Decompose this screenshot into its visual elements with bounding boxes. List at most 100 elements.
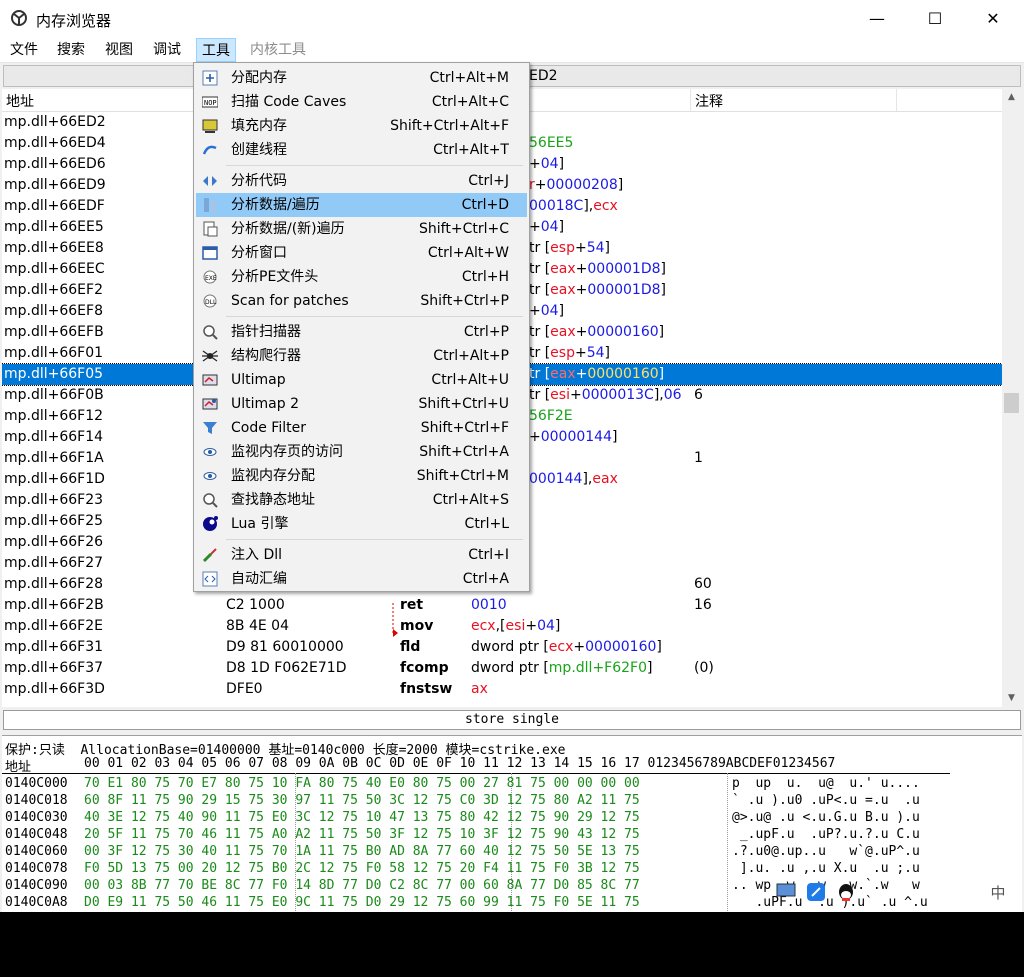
scan-patches-icon: DLL xyxy=(202,293,218,309)
operand-part: tr [ xyxy=(529,324,551,340)
menu-item[interactable]: 分析数据/遍历 Ctrl+D xyxy=(196,193,527,217)
inject-dll-icon xyxy=(202,547,218,563)
auto-assemble-icon xyxy=(202,571,218,587)
row-address: mp.dll+66F3D xyxy=(4,681,105,697)
menu-item[interactable]: DLL Scan for patches Shift+Ctrl+P xyxy=(196,289,527,313)
eye-alloc-icon xyxy=(202,468,218,484)
disasm-row[interactable]: mp.dll+66F31 D9 81 60010000 fld dword ptr [… xyxy=(2,637,1002,658)
scroll-up-icon[interactable]: ▲ xyxy=(1002,89,1021,106)
hex-view[interactable]: 保护:只读 AllocationBase=01400000 基址=0140c00… xyxy=(2,735,1022,912)
menu-item[interactable]: Lua 引擎 Ctrl+L xyxy=(196,512,527,536)
menu-separator xyxy=(226,316,523,317)
menu-file[interactable]: 文件 xyxy=(10,38,38,62)
jump-arrow-icon xyxy=(392,603,398,637)
menu-item[interactable]: 分析代码 Ctrl+J xyxy=(196,169,527,193)
row-address: mp.dll+66F25 xyxy=(4,513,104,529)
operand-part: ecx xyxy=(471,618,496,634)
row-operands: tr [eax+00000160] xyxy=(529,364,664,385)
operand-part: ], xyxy=(582,471,593,487)
hex-row-address: 0140C018 xyxy=(5,793,68,808)
menu-item[interactable]: 监视内存分配 Shift+Ctrl+M xyxy=(196,464,527,488)
menu-view[interactable]: 视图 xyxy=(105,38,133,62)
operand-part: ], xyxy=(583,198,594,214)
row-comment: 6 xyxy=(694,387,703,403)
menu-item[interactable]: 分析窗口 Ctrl+Alt+W xyxy=(196,241,527,265)
menu-item-label: 分析窗口 xyxy=(231,245,287,261)
operand-part: esi xyxy=(550,387,570,403)
operand-part: tr [ xyxy=(529,261,551,277)
menu-item[interactable]: Code Filter Shift+Ctrl+F xyxy=(196,416,527,440)
close-button[interactable]: ✕ xyxy=(964,0,1022,38)
hex-row-bytes: 70 E1 80 75 70 E7 80 75 10 FA 80 75 40 E… xyxy=(84,776,640,791)
menu-item-label: 创建线程 xyxy=(231,142,287,158)
operand-part: + xyxy=(569,387,582,403)
column-address[interactable]: 地址 xyxy=(6,91,34,111)
maximize-button[interactable]: ☐ xyxy=(906,0,964,38)
disasm-row[interactable]: mp.dll+66F2B C2 1000 ret 0010 16 xyxy=(2,595,1002,616)
menu-search[interactable]: 搜索 xyxy=(57,38,85,62)
menu-item-label: 分配内存 xyxy=(231,70,287,86)
menu-item-label: Code Filter xyxy=(231,420,306,436)
row-operands: tr [eax+000001D8] xyxy=(529,259,666,280)
menu-item[interactable]: 分配内存 Ctrl+Alt+M xyxy=(196,66,527,90)
menu-item[interactable]: Ultimap 2 Shift+Ctrl+U xyxy=(196,392,527,416)
operand-part: ] xyxy=(604,345,610,361)
hex-header-address: 地址 xyxy=(5,760,32,775)
menu-item[interactable]: NOP 扫描 Code Caves Ctrl+Alt+C xyxy=(196,90,527,114)
operand-part: ] xyxy=(647,660,653,676)
operand-part: + xyxy=(529,219,541,235)
operand-part: 00000160 xyxy=(587,366,659,382)
menu-kernel-tools[interactable]: 内核工具 xyxy=(250,38,306,62)
menu-item[interactable]: 指针扫描器 Ctrl+P xyxy=(196,320,527,344)
menu-item-shortcut: Ctrl+Alt+C xyxy=(431,94,509,110)
menu-item-shortcut: Ctrl+D xyxy=(461,197,509,213)
pe-header-icon: EXE xyxy=(202,269,218,285)
operand-part: ] xyxy=(558,219,565,235)
operand-part: + xyxy=(573,639,586,655)
row-address: mp.dll+66F01 xyxy=(4,345,104,361)
menu-bar: 文件 搜索 视图 调试 工具 内核工具 xyxy=(0,38,1024,63)
menu-item[interactable]: 分析数据/(新)遍历 Shift+Ctrl+C xyxy=(196,217,527,241)
operand-part: 54 xyxy=(586,345,605,361)
operand-part: + xyxy=(574,345,587,361)
menu-item[interactable]: 自动汇编 Ctrl+A xyxy=(196,567,527,591)
menu-item-label: 分析代码 xyxy=(231,173,287,189)
operand-part: 00018C xyxy=(529,198,584,214)
hex-row-ascii: .uPF.u .u ).u` .u ^.u xyxy=(732,895,928,910)
allocate-memory-icon xyxy=(202,70,218,86)
menu-item[interactable]: 填充内存 Shift+Ctrl+Alt+F xyxy=(196,114,527,138)
menu-item[interactable]: Ultimap Ctrl+Alt+U xyxy=(196,368,527,392)
menu-item-label: Ultimap xyxy=(231,372,286,388)
scroll-down-icon[interactable]: ▼ xyxy=(1002,690,1021,707)
column-comment[interactable]: 注释 xyxy=(695,91,723,111)
scrollbar-thumb[interactable] xyxy=(1004,393,1019,413)
menu-item[interactable]: 监视内存页的访问 Shift+Ctrl+A xyxy=(196,440,527,464)
menu-item[interactable]: 结构爬行器 Ctrl+Alt+P xyxy=(196,344,527,368)
minimize-button[interactable]: — xyxy=(848,0,906,38)
row-operands: ax xyxy=(471,679,488,700)
svg-text:NOP: NOP xyxy=(204,99,217,107)
disasm-row[interactable]: mp.dll+66F2E 8B 4E 04 mov ecx,[esi+04] xyxy=(2,616,1002,637)
disasm-scrollbar[interactable]: ▲ ▼ xyxy=(1002,89,1021,707)
row-address: mp.dll+66F05 xyxy=(4,366,104,382)
menu-debug[interactable]: 调试 xyxy=(153,38,181,62)
operand-part: ,[ xyxy=(495,618,506,634)
disasm-row[interactable]: mp.dll+66F3D DFE0 fnstsw ax xyxy=(2,679,1002,700)
row-address: mp.dll+66F2E xyxy=(4,618,103,634)
menu-item[interactable]: 创建线程 Ctrl+Alt+T xyxy=(196,138,527,162)
menu-item[interactable]: 查找静态地址 Ctrl+Alt+S xyxy=(196,488,527,512)
hex-row-ascii: p up u. u@ u.' u.... xyxy=(732,776,920,791)
filter-icon xyxy=(202,420,218,436)
menu-item[interactable]: 注入 Dll Ctrl+I xyxy=(196,543,527,567)
menu-item-shortcut: Ctrl+I xyxy=(468,547,509,563)
row-mnemonic: fnstsw xyxy=(400,681,453,697)
disasm-row[interactable]: mp.dll+66F37 D8 1D F062E71D fcomp dword ptr… xyxy=(2,658,1002,679)
menu-item-shortcut: Ctrl+Alt+S xyxy=(432,492,509,508)
menu-item[interactable]: EXE 分析PE文件头 Ctrl+H xyxy=(196,265,527,289)
menu-tools[interactable]: 工具 xyxy=(196,38,236,62)
menu-item-shortcut: Shift+Ctrl+Alt+F xyxy=(390,118,509,134)
row-operands: +04] xyxy=(529,217,564,238)
svg-text:DLL: DLL xyxy=(205,299,217,306)
row-mnemonic: fld xyxy=(400,639,421,655)
row-address: mp.dll+66EE5 xyxy=(4,219,104,235)
